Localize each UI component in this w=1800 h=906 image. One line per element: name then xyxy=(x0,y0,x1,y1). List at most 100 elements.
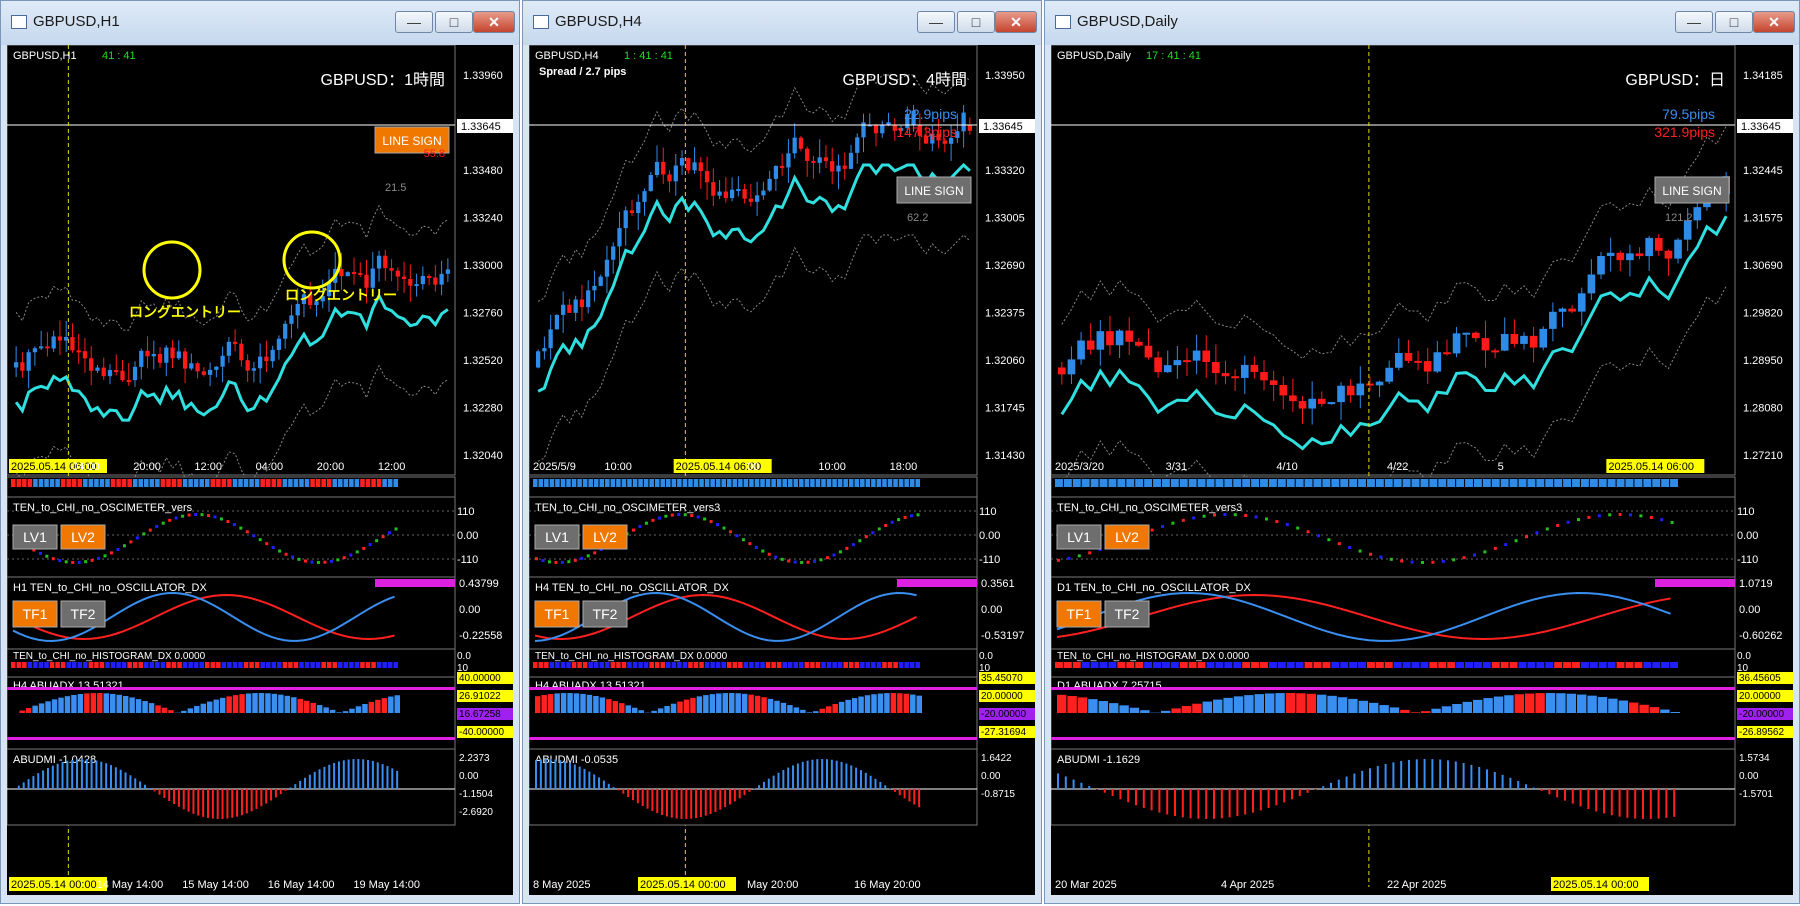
candle xyxy=(723,191,728,199)
time-tick-label: 3/31 xyxy=(1166,461,1187,473)
bottom-time-label: 15 May 14:00 xyxy=(182,879,249,891)
minimize-button[interactable]: — xyxy=(395,11,433,33)
title-bar[interactable]: GBPUSD,Daily — □ ✕ xyxy=(1045,1,1799,45)
abuadx-bar xyxy=(632,707,638,713)
chart-window[interactable]: GBPUSD,H4 — □ ✕ GBPUSD,H4 1 : 41 : 41 Spre… xyxy=(522,0,1042,904)
abuadx-bar xyxy=(1649,707,1660,713)
abudmi-bar xyxy=(357,759,360,789)
histogram-bar xyxy=(110,662,116,668)
close-button[interactable]: ✕ xyxy=(995,11,1037,33)
histogram-bar xyxy=(566,662,571,668)
strip-bar xyxy=(765,479,771,487)
maximize-button[interactable]: □ xyxy=(1715,11,1753,33)
histogram-bar xyxy=(582,662,588,668)
strip-bar xyxy=(677,479,682,487)
maximize-button[interactable]: □ xyxy=(957,11,995,33)
candle xyxy=(1135,341,1143,346)
time-tick-label: 10:00 xyxy=(818,461,846,473)
chart-area[interactable]: GBPUSD,Daily 17 : 41 : 41 GBPUSD：日 79.5pips… xyxy=(1051,45,1793,895)
time-tick-label: 20:00 xyxy=(133,461,161,473)
strip-bar xyxy=(1375,479,1384,487)
main-price-panel[interactable] xyxy=(7,45,456,476)
oscimeter-dot xyxy=(284,552,288,556)
strip-bar xyxy=(260,479,265,487)
abudmi-bar xyxy=(1244,789,1247,815)
minimize-button[interactable]: — xyxy=(917,11,955,33)
close-button[interactable]: ✕ xyxy=(473,11,515,33)
chart-area[interactable]: GBPUSD,H1 41 : 41 GBPUSD：1時間 LINE SIGN 55.8 2… xyxy=(7,45,513,895)
abudmi-bar xyxy=(859,770,862,789)
oscimeter-dot xyxy=(1493,546,1497,550)
strip-bar xyxy=(1233,479,1242,487)
abuadx-bar xyxy=(735,693,741,713)
chart-area[interactable]: GBPUSD,H4 1 : 41 : 41 Spread / 2.7 pips GBP… xyxy=(529,45,1035,895)
histogram-bar xyxy=(38,662,44,668)
abudmi-bar xyxy=(748,789,751,792)
strip-bar xyxy=(193,479,199,487)
oscillator-dx-title: H4 TEN_to_CHI_no_OSCILLATOR_DX xyxy=(535,582,729,594)
strip-bar xyxy=(643,479,649,487)
candle xyxy=(1375,381,1384,386)
abuadx-bar xyxy=(1098,701,1108,713)
histogram-bar xyxy=(1536,662,1545,668)
symbol-label: GBPUSD,H1 xyxy=(13,50,77,62)
abudmi-bar xyxy=(333,762,336,789)
abudmi-bar xyxy=(226,789,229,819)
candle xyxy=(89,358,94,371)
title-bar[interactable]: GBPUSD,H4 — □ ✕ xyxy=(523,1,1041,45)
abuadx-bar xyxy=(606,699,612,713)
candle xyxy=(692,162,697,171)
abudmi-bar xyxy=(1587,789,1590,810)
strip-bar xyxy=(904,479,909,487)
histogram-bar xyxy=(876,662,882,668)
strip-bar xyxy=(205,479,210,487)
candle xyxy=(1597,255,1605,275)
candle xyxy=(14,362,19,368)
abuadx-bar xyxy=(1452,703,1462,713)
abuadx-bar xyxy=(1348,698,1358,713)
price-tick-label: 1.31575 xyxy=(1743,213,1783,225)
histogram-bar xyxy=(1518,662,1527,668)
histogram-bar xyxy=(221,662,227,668)
histogram-bar xyxy=(1429,662,1438,668)
abudmi-bar xyxy=(1618,789,1621,817)
chart-window[interactable]: GBPUSD,Daily — □ ✕ GBPUSD,Daily 17 : 41 :… xyxy=(1044,0,1800,904)
strip-bar xyxy=(843,479,848,487)
candle xyxy=(408,279,413,286)
strip-bar xyxy=(837,479,843,487)
histogram-bar xyxy=(898,662,904,668)
histogram-bar xyxy=(593,662,599,668)
dx-value-label: 0.00 xyxy=(981,604,1002,616)
candle xyxy=(1587,274,1596,294)
oscimeter-dot xyxy=(709,520,713,524)
abuadx-bar xyxy=(1088,699,1098,713)
chart-window[interactable]: GBPUSD,H1 — □ ✕ GBPUSD,H1 41 : 41 GBPUSD：1… xyxy=(0,0,520,904)
histogram-bar xyxy=(1215,662,1224,668)
strip-bar xyxy=(149,479,155,487)
title-bar[interactable]: GBPUSD,H1 — □ ✕ xyxy=(1,1,519,45)
minimize-button[interactable]: — xyxy=(1675,11,1713,33)
histogram-level: 0.0 xyxy=(1737,651,1751,662)
candle xyxy=(207,369,213,375)
candle xyxy=(1529,335,1538,348)
strip-bar xyxy=(1411,479,1420,487)
abudmi-bar xyxy=(535,760,537,789)
oscimeter-dot xyxy=(265,542,269,546)
oscimeter-dot xyxy=(58,559,62,563)
histogram-bar xyxy=(365,662,371,668)
price-tick-label: 1.33960 xyxy=(463,70,503,82)
maximize-button[interactable]: □ xyxy=(435,11,473,33)
candle xyxy=(145,350,150,357)
candle xyxy=(586,290,591,308)
abudmi-bar xyxy=(367,759,370,789)
candle xyxy=(1645,237,1653,257)
abudmi-bar xyxy=(1369,768,1371,789)
histogram-bar xyxy=(1081,662,1090,668)
abudmi-bar xyxy=(265,789,268,804)
candle xyxy=(567,304,572,313)
abudmi-bar xyxy=(71,759,74,789)
close-button[interactable]: ✕ xyxy=(1753,11,1795,33)
strip-bar xyxy=(793,479,799,487)
strip-bar xyxy=(710,479,715,487)
strip-bar xyxy=(1090,479,1099,487)
